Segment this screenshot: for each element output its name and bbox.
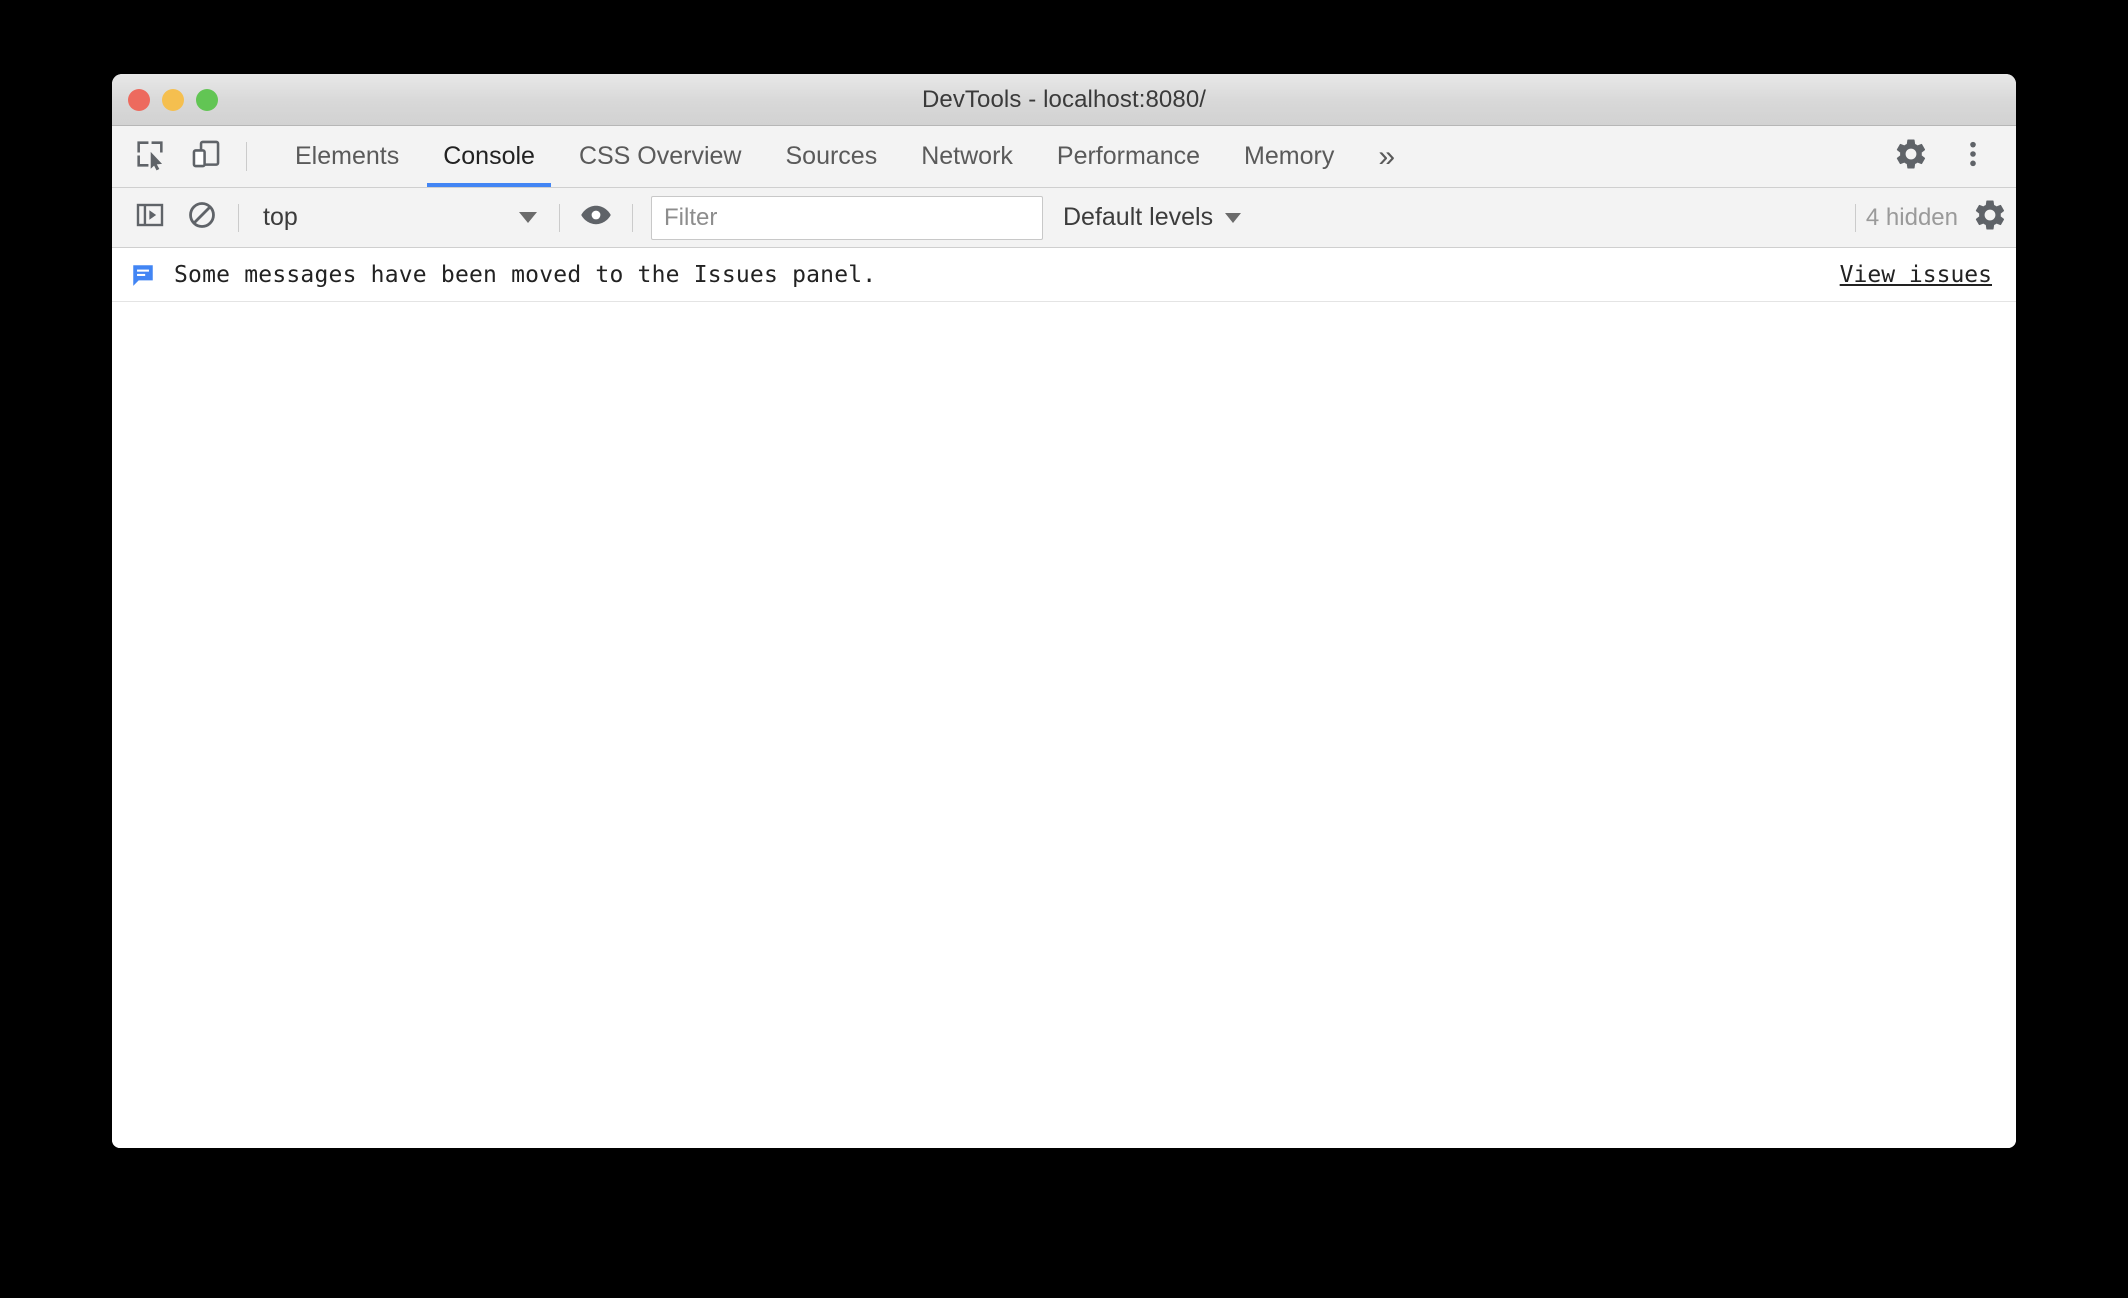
window-titlebar: DevTools - localhost:8080/ bbox=[112, 74, 2016, 126]
console-sidebar-toggle-button[interactable] bbox=[124, 192, 176, 244]
tab-network[interactable]: Network bbox=[899, 126, 1035, 187]
tab-memory[interactable]: Memory bbox=[1222, 126, 1356, 187]
tab-console[interactable]: Console bbox=[421, 126, 557, 187]
console-toolbar-divider-2 bbox=[559, 203, 560, 232]
device-toolbar-icon bbox=[189, 137, 223, 176]
tab-label: Elements bbox=[295, 142, 400, 170]
tab-label: CSS Overview bbox=[578, 142, 742, 170]
clear-console-button[interactable] bbox=[176, 192, 228, 244]
minimize-window-button[interactable] bbox=[162, 88, 184, 111]
log-level-label: Default levels bbox=[1063, 203, 1214, 231]
clear-console-icon bbox=[186, 199, 218, 236]
chevron-down-icon bbox=[519, 212, 537, 223]
console-toolbar-divider-3 bbox=[632, 203, 633, 232]
more-tabs-button[interactable]: » bbox=[1356, 126, 1417, 187]
inspect-element-button[interactable] bbox=[122, 126, 178, 187]
console-sidebar-toggle-icon bbox=[134, 199, 166, 236]
devtools-main-menu-button[interactable] bbox=[1942, 138, 2004, 175]
close-window-button[interactable] bbox=[128, 88, 150, 111]
toolbar-divider bbox=[246, 142, 247, 171]
maximize-window-button[interactable] bbox=[196, 88, 218, 111]
create-live-expression-button[interactable] bbox=[570, 192, 622, 244]
tab-label: Memory bbox=[1244, 142, 1335, 170]
console-message-text: Some messages have been moved to the Iss… bbox=[174, 261, 877, 288]
execution-context-value: top bbox=[263, 203, 298, 231]
tab-sources[interactable]: Sources bbox=[764, 126, 900, 187]
log-level-selector[interactable]: Default levels bbox=[1063, 203, 1242, 232]
console-message-row[interactable]: Some messages have been moved to the Iss… bbox=[112, 248, 2016, 302]
gear-icon bbox=[1893, 136, 1929, 177]
hidden-messages-count: 4 hidden bbox=[1865, 203, 1958, 231]
kebab-menu-icon bbox=[1957, 138, 1989, 175]
window-title: DevTools - localhost:8080/ bbox=[921, 85, 1207, 113]
filter-input[interactable] bbox=[651, 195, 1043, 240]
console-toolbar-divider-1 bbox=[238, 203, 239, 232]
issue-message-icon bbox=[126, 262, 160, 288]
console-toolbar-divider-4 bbox=[1854, 203, 1856, 232]
panel-tabs: Elements Console CSS Overview Sources Ne… bbox=[273, 126, 1356, 187]
devtools-window: DevTools - localhost:8080/ Elements Cons… bbox=[112, 74, 2016, 1148]
chevron-down-icon bbox=[1225, 212, 1242, 223]
console-message-list[interactable]: Some messages have been moved to the Iss… bbox=[112, 248, 2016, 1148]
devtools-settings-button[interactable] bbox=[1880, 136, 1942, 177]
inspect-element-icon bbox=[133, 137, 167, 176]
tab-label: Performance bbox=[1056, 142, 1201, 170]
execution-context-selector[interactable]: top bbox=[249, 197, 549, 239]
console-toolbar: top Default levels 4 hidden bbox=[112, 188, 2016, 248]
devtools-tabbar: Elements Console CSS Overview Sources Ne… bbox=[112, 126, 2016, 188]
traffic-lights bbox=[128, 88, 218, 111]
tab-label: Console bbox=[443, 142, 535, 170]
tab-elements[interactable]: Elements bbox=[273, 126, 421, 187]
gear-icon bbox=[1972, 197, 2008, 238]
tab-label: Network bbox=[921, 142, 1013, 170]
eye-icon bbox=[579, 198, 613, 237]
tab-performance[interactable]: Performance bbox=[1035, 126, 1222, 187]
tab-label: Sources bbox=[785, 142, 878, 170]
console-settings-button[interactable] bbox=[1964, 192, 2016, 244]
chevron-double-right-icon: » bbox=[1378, 139, 1396, 173]
tabbar-spacer bbox=[1417, 126, 1855, 187]
device-toolbar-toggle-button[interactable] bbox=[178, 126, 234, 187]
tabbar-right-controls bbox=[1855, 126, 2016, 187]
view-issues-link[interactable]: View issues bbox=[1840, 262, 1992, 288]
tab-css-overview[interactable]: CSS Overview bbox=[557, 126, 764, 187]
